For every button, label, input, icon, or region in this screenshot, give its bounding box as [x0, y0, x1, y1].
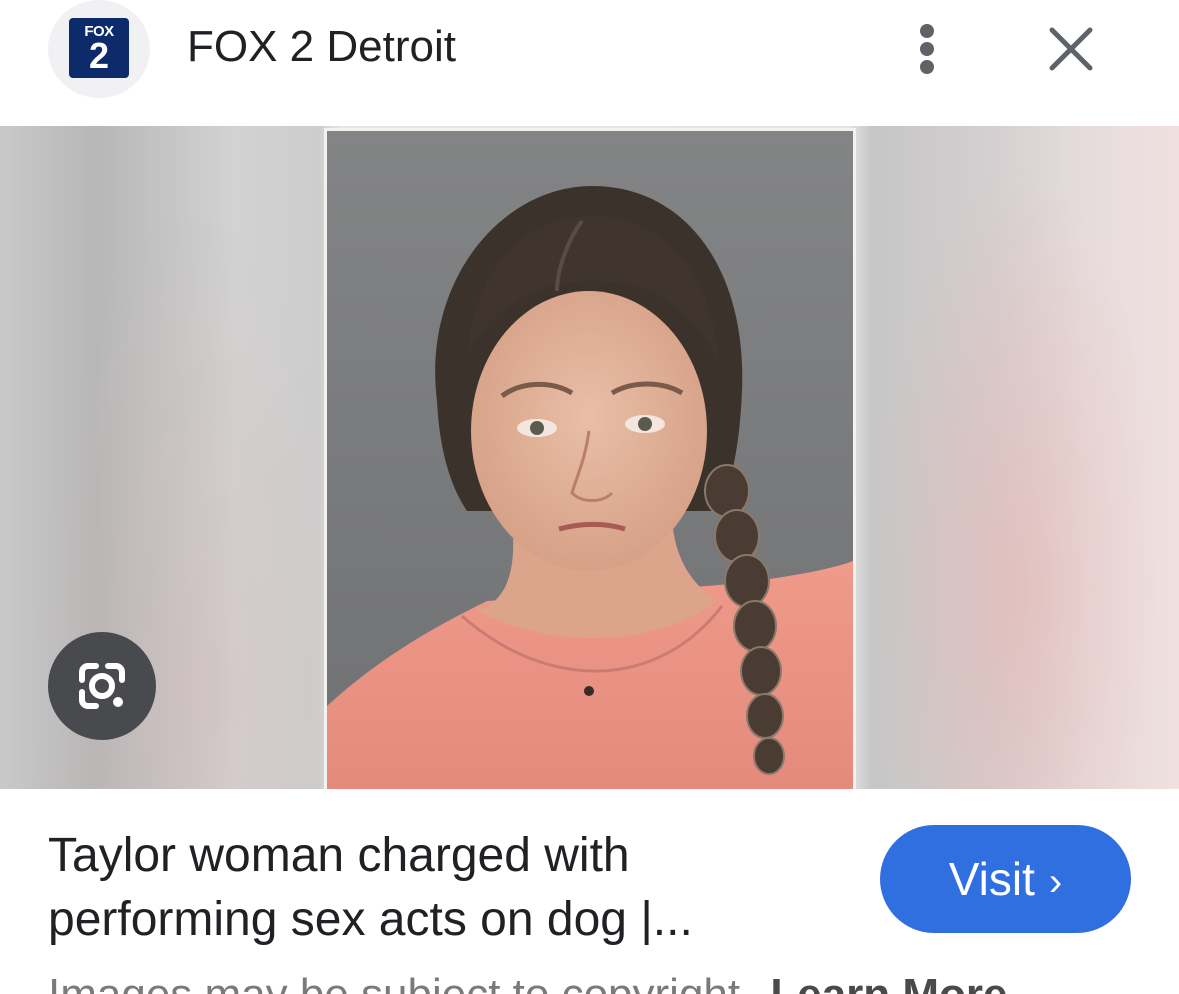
- fox2-logo-badge: FOX 2: [69, 18, 129, 78]
- more-options-button[interactable]: [900, 16, 956, 82]
- logo-number: 2: [88, 35, 110, 76]
- source-title[interactable]: FOX 2 Detroit: [187, 22, 456, 72]
- close-icon: [1049, 27, 1093, 71]
- blurred-background-right: [855, 126, 1179, 789]
- lens-search-icon: [79, 663, 125, 709]
- lens-search-button[interactable]: [48, 632, 156, 740]
- more-vert-icon-dot: [920, 42, 934, 56]
- more-vert-icon-dot: [920, 60, 934, 74]
- more-vert-icon: [920, 24, 934, 38]
- learn-more-link[interactable]: Learn More: [770, 970, 1007, 994]
- photo-frame: [324, 128, 856, 789]
- close-button[interactable]: [1038, 16, 1104, 82]
- chevron-right-icon: ›: [1048, 860, 1063, 904]
- image-viewer: FOX 2 FOX 2 Detroit Taylor woman charged…: [0, 0, 1179, 994]
- mugshot-photo[interactable]: [327, 131, 853, 789]
- visit-label: Visit: [948, 853, 1035, 905]
- image-preview[interactable]: [0, 126, 1179, 789]
- visit-button[interactable]: Visit ›: [880, 825, 1131, 933]
- image-caption[interactable]: Taylor woman charged with performing sex…: [48, 824, 848, 952]
- header: FOX 2 FOX 2 Detroit: [0, 0, 1179, 126]
- copyright-text: Images may be subject to copyright.: [48, 970, 752, 994]
- copyright-notice: Images may be subject to copyright. Learn…: [48, 970, 1048, 994]
